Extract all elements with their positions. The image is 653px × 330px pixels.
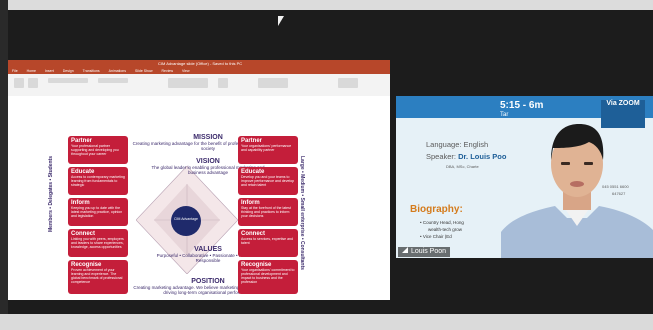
card-heading: Partner (241, 138, 263, 144)
bio-line: wealth-tech grow (428, 227, 463, 232)
center-label: CIM Advantage (174, 217, 198, 221)
shared-powerpoint-screen: CIM Advantage slide (Office) - Saved to … (8, 60, 390, 300)
card-body: Linking you with peers, employers and le… (71, 237, 124, 249)
card-body: Keeping you up to date with the latest m… (71, 206, 123, 218)
right-card-partner: Partner Your organisations' performance … (238, 136, 298, 164)
card-heading: Partner (71, 138, 93, 144)
left-card-connect: Connect Linking you with peers, employer… (68, 229, 128, 257)
left-card-educate: Educate Access to contemporary marketing… (68, 167, 128, 195)
speaker-line: Speaker: Dr. Louis Poo (426, 152, 507, 161)
left-card-recognise: Recognise Proven achievement of your lea… (68, 260, 128, 294)
left-card-partner: Partner Your professional partner suppor… (68, 136, 128, 164)
card-body: Access to contemporary marketing learnin… (71, 175, 125, 187)
right-card-recognise: Recognise Your organisations' commitment… (238, 260, 298, 294)
quick-styles-icon[interactable] (258, 78, 288, 88)
card-heading: Inform (241, 200, 260, 206)
language-line: Language: English (426, 140, 489, 149)
card-heading: Inform (71, 200, 90, 206)
card-body: Proven achievement of your learning and … (71, 268, 123, 284)
ppt-ribbon (8, 74, 390, 97)
card-body: Stay at the forefront of the latest thin… (241, 206, 291, 218)
biography-heading: Biography: (410, 204, 463, 215)
session-time: 5:15 - 6m (500, 100, 544, 111)
card-heading: Educate (71, 169, 95, 175)
card-heading: Recognise (71, 262, 102, 268)
card-heading: Connect (241, 231, 265, 237)
participant-name-label: Louis Poon (398, 247, 451, 257)
font-selector[interactable] (48, 78, 88, 83)
ppt-title-bar: CIM Advantage slide (Office) - Saved to … (8, 60, 390, 68)
card-body: Access to services, expertise and talent (241, 237, 293, 245)
bio-line: • Vice Chair (Ed (420, 234, 452, 239)
right-card-connect: Connect Access to services, expertise an… (238, 229, 298, 257)
card-body: Develop you and your teams to improve pe… (241, 175, 295, 187)
left-side-text: Members • Delegates • Students (48, 156, 54, 233)
card-body: Your professional partner supporting and… (71, 144, 119, 156)
signal-icon (402, 247, 408, 253)
left-side-label: Members • Delegates • Students (48, 156, 68, 286)
card-body: Your organisations' performance and capa… (241, 144, 292, 152)
right-card-column: Partner Your organisations' performance … (238, 136, 306, 296)
mouse-cursor-icon (278, 16, 284, 26)
new-slide-icon[interactable] (28, 78, 38, 88)
speaker-name: Dr. Louis Poo (458, 152, 507, 161)
speaker-camera-image (501, 124, 653, 258)
arrange-icon[interactable] (218, 78, 228, 88)
bio-line: • Country Head, Hong (420, 220, 464, 225)
left-card-inform: Inform Keeping you up to date with the l… (68, 198, 128, 226)
right-card-inform: Inform Stay at the forefront of the late… (238, 198, 298, 226)
paste-icon[interactable] (14, 78, 24, 88)
editing-icon[interactable] (338, 78, 358, 88)
card-heading: Educate (241, 169, 265, 175)
paragraph-controls[interactable] (98, 78, 128, 83)
speaker-degrees: DBA, MSc, Charte (446, 164, 479, 169)
shapes-gallery[interactable] (168, 78, 208, 88)
right-card-educate: Educate Develop you and your teams to im… (238, 167, 298, 195)
top-frame-strip (0, 0, 653, 10)
cim-advantage-circle: CIM Advantage (171, 206, 201, 236)
left-frame-strip (0, 0, 8, 330)
card-heading: Recognise (241, 262, 272, 268)
speaker-video-tile[interactable]: 5:15 - 6m Tar Via ZOOM Language: English… (396, 96, 653, 258)
left-card-column: Partner Your professional partner suppor… (68, 136, 136, 296)
card-body: Your organisations' commitment to profes… (241, 268, 295, 284)
card-heading: Connect (71, 231, 95, 237)
slide-canvas: MISSION Creating marketing advantage for… (8, 96, 390, 300)
bottom-frame-strip (0, 314, 653, 330)
